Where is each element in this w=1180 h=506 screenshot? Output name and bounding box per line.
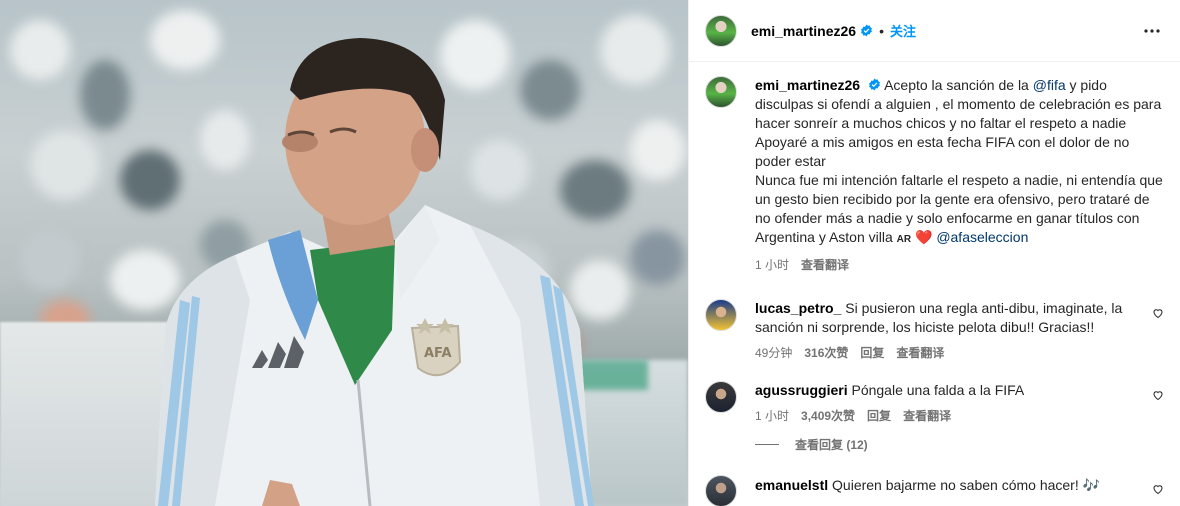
post-header: emi_martinez26 • 关注 bbox=[689, 0, 1180, 62]
view-replies-button[interactable]: 查看回复 (12) bbox=[755, 436, 1164, 453]
comment-text: Póngale una falda a la FIFA bbox=[851, 382, 1025, 398]
commenter-avatar[interactable] bbox=[705, 381, 737, 413]
verified-badge-icon bbox=[861, 24, 872, 37]
caption-timestamp[interactable]: 1 小时 bbox=[755, 256, 789, 273]
goalkeeper-figure: AFA bbox=[155, 38, 594, 506]
separator-dot: • bbox=[879, 22, 884, 39]
flag-emoji: AR bbox=[896, 234, 912, 245]
caption-text: emi_martinez26 Acepto la sanción de la @… bbox=[755, 76, 1164, 249]
svg-text:AFA: AFA bbox=[424, 346, 452, 361]
mention-fifa-link[interactable]: @fifa bbox=[1033, 77, 1066, 93]
commenter-username[interactable]: emanuelstl bbox=[755, 477, 828, 493]
reply-button[interactable]: 回复 bbox=[860, 344, 884, 361]
more-options-icon[interactable] bbox=[1140, 19, 1164, 43]
post-side-panel: emi_martinez26 • 关注 emi_martinez26 Acept… bbox=[688, 0, 1180, 506]
comment-item: emanuelstl Quieren bajarme no saben cómo… bbox=[705, 475, 1164, 506]
follow-button[interactable]: 关注 bbox=[890, 21, 916, 40]
heart-outline-icon[interactable] bbox=[1152, 307, 1164, 319]
post-photo[interactable]: AFA bbox=[0, 0, 688, 506]
comment-likes-count[interactable]: 316次赞 bbox=[804, 344, 848, 361]
comments-list: emi_martinez26 Acepto la sanción de la @… bbox=[689, 62, 1180, 506]
comment-timestamp[interactable]: 49分钟 bbox=[755, 344, 792, 361]
caption-line-2: Apoyaré a mis amigos en esta fecha FIFA … bbox=[755, 134, 1130, 169]
commenter-avatar[interactable] bbox=[705, 475, 737, 506]
caption-username[interactable]: emi_martinez26 bbox=[755, 77, 860, 93]
view-replies-label: 查看回复 (12) bbox=[795, 438, 868, 452]
author-avatar[interactable] bbox=[705, 14, 737, 47]
translate-link[interactable]: 查看翻译 bbox=[896, 344, 944, 361]
caption: emi_martinez26 Acepto la sanción de la @… bbox=[705, 76, 1164, 273]
heart-outline-icon[interactable] bbox=[1152, 483, 1164, 495]
comment-likes-count[interactable]: 3,409次赞 bbox=[801, 407, 855, 424]
reply-button[interactable]: 回复 bbox=[867, 407, 891, 424]
caption-meta: 1 小时 查看翻译 bbox=[755, 256, 1164, 273]
red-heart-emoji: ❤️ bbox=[914, 229, 933, 245]
translate-link[interactable]: 查看翻译 bbox=[903, 407, 951, 424]
caption-line-1: Acepto la sanción de la bbox=[884, 77, 1033, 93]
verified-badge-icon bbox=[869, 78, 880, 91]
comment-item: agussruggieri Póngale una falda a la FIF… bbox=[705, 381, 1164, 424]
comment-timestamp[interactable]: 1 小时 bbox=[755, 407, 789, 424]
commenter-avatar[interactable] bbox=[705, 299, 737, 331]
commenter-username[interactable]: agussruggieri bbox=[755, 382, 848, 398]
mention-afa-link[interactable]: @afaseleccion bbox=[936, 229, 1028, 245]
commenter-username[interactable]: lucas_petro_ bbox=[755, 300, 841, 316]
caption-author-avatar[interactable] bbox=[705, 76, 737, 108]
divider-line bbox=[755, 444, 779, 445]
caption-translate-link[interactable]: 查看翻译 bbox=[801, 256, 849, 273]
comment-text: Quieren bajarme no saben cómo hacer! 🎶 bbox=[832, 477, 1101, 493]
heart-outline-icon[interactable] bbox=[1152, 389, 1164, 401]
author-username[interactable]: emi_martinez26 bbox=[751, 23, 856, 39]
comment-item: lucas_petro_ Si pusieron una regla anti-… bbox=[705, 299, 1164, 361]
